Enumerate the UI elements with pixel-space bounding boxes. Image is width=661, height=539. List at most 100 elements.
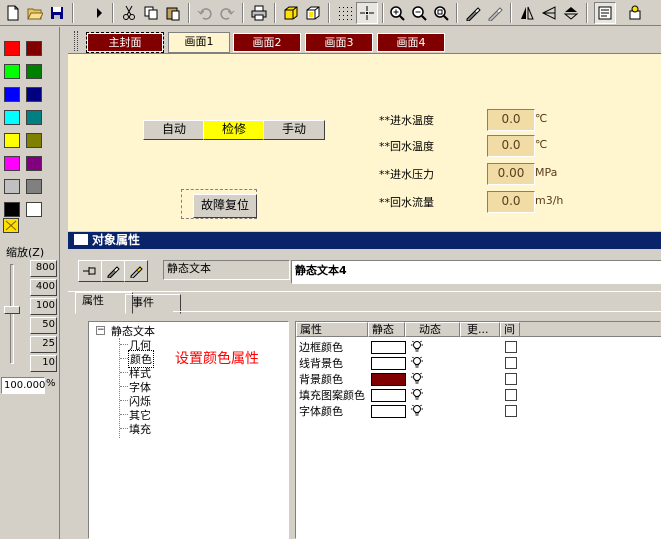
zoom-level-25[interactable]: 25: [30, 336, 57, 353]
window-icon: [74, 234, 88, 245]
interval-checkbox-0[interactable]: [505, 341, 517, 353]
interval-checkbox-3[interactable]: [505, 389, 517, 401]
screen-tab-4[interactable]: 画面4: [377, 33, 445, 52]
line-tool-icon[interactable]: [484, 2, 506, 24]
inlet-pressure-unit: MPa: [535, 166, 558, 179]
palette-swatch-cyan[interactable]: [4, 110, 20, 125]
screen-tab-0[interactable]: 主封面: [86, 32, 164, 53]
print-icon[interactable]: [248, 2, 270, 24]
mode-maintenance-button[interactable]: 检修: [203, 120, 265, 140]
main-toolbar: [0, 0, 661, 26]
draw-tool-icon[interactable]: [462, 2, 484, 24]
copy-icon[interactable]: [140, 2, 162, 24]
palette-swatch-black[interactable]: [4, 202, 20, 217]
palette-swatch-green[interactable]: [26, 64, 42, 79]
flip-vertical-icon[interactable]: [560, 2, 582, 24]
palette-swatch-blue[interactable]: [4, 87, 20, 102]
palette-pattern-swatch[interactable]: [3, 218, 19, 233]
zoom-level-10[interactable]: 10: [30, 355, 57, 372]
flip-horizontal-icon[interactable]: [516, 2, 538, 24]
inlet-temp-label: **进水温度: [379, 114, 434, 127]
palette-swatch-maroon[interactable]: [26, 41, 42, 56]
property-name-0[interactable]: 边框颜色: [299, 339, 343, 355]
dynamic-bulb-icon[interactable]: [411, 340, 423, 353]
zoom-out-icon[interactable]: [408, 2, 430, 24]
zoom-fit-icon[interactable]: [430, 2, 452, 24]
design-canvas[interactable]: 自动 检修 手动 故障复位 **进水温度 0.0 ℃ **回水温度 0.0 ℃ …: [68, 53, 661, 231]
eyedropper-icon[interactable]: [101, 260, 125, 282]
grid-icon[interactable]: [334, 2, 356, 24]
flip-left-icon[interactable]: [538, 2, 560, 24]
tab-bar-grip[interactable]: [74, 31, 78, 51]
cube-icon[interactable]: [280, 2, 302, 24]
property-name-3[interactable]: 填充图案颜色: [299, 387, 365, 403]
zoom-level-400[interactable]: 400: [30, 279, 57, 296]
dynamic-bulb-icon[interactable]: [411, 372, 423, 385]
inlet-pressure-label: **进水压力: [379, 168, 434, 181]
zoom-slider-track[interactable]: [10, 264, 14, 364]
zoom-in-icon[interactable]: [386, 2, 408, 24]
palette-swatch-olive[interactable]: [26, 133, 42, 148]
property-name-1[interactable]: 线背景色: [299, 355, 343, 371]
palette-swatch-lime[interactable]: [4, 64, 20, 79]
zoom-level-100[interactable]: 100: [30, 298, 57, 315]
object-name-field[interactable]: 静态文本4: [291, 260, 661, 284]
cut-icon[interactable]: [118, 2, 140, 24]
tree-node-6[interactable]: 填充: [129, 421, 151, 437]
palette-swatch-red[interactable]: [4, 41, 20, 56]
config-icon[interactable]: [624, 2, 646, 24]
dynamic-bulb-icon[interactable]: [411, 404, 423, 417]
new-file-icon[interactable]: [2, 2, 24, 24]
properties-title-bar[interactable]: 对象属性: [68, 232, 661, 249]
save-icon[interactable]: [46, 2, 68, 24]
static-color-swatch-0[interactable]: [371, 341, 406, 354]
palette-swatch-yellow[interactable]: [4, 133, 20, 148]
run-icon[interactable]: [88, 2, 110, 24]
fault-reset-button[interactable]: 故障复位: [193, 194, 257, 218]
dynamic-bulb-icon[interactable]: [411, 388, 423, 401]
properties-icon[interactable]: [594, 2, 616, 24]
tree-collapse-icon[interactable]: −: [96, 326, 105, 335]
redo-icon[interactable]: [216, 2, 238, 24]
header-property[interactable]: 属性: [296, 322, 368, 337]
undo-icon[interactable]: [194, 2, 216, 24]
zoom-slider-thumb[interactable]: [4, 306, 20, 314]
header-interval[interactable]: 间: [500, 322, 520, 337]
eyedropper-alt-icon[interactable]: [124, 260, 148, 282]
palette-swatch-silver[interactable]: [4, 179, 20, 194]
header-static[interactable]: 静态: [368, 322, 405, 337]
palette-swatch-gray[interactable]: [26, 179, 42, 194]
dynamic-bulb-icon[interactable]: [411, 356, 423, 369]
zoom-level-800[interactable]: 800: [30, 260, 57, 277]
pin-icon[interactable]: [78, 260, 102, 282]
interval-checkbox-4[interactable]: [505, 405, 517, 417]
cube-frame-icon[interactable]: [302, 2, 324, 24]
palette-swatch-navy[interactable]: [26, 87, 42, 102]
static-color-swatch-2[interactable]: [371, 373, 406, 386]
mode-auto-button[interactable]: 自动: [143, 120, 205, 140]
palette-swatch-teal[interactable]: [26, 110, 42, 125]
header-more[interactable]: 更...: [460, 322, 500, 337]
palette-swatch-white[interactable]: [26, 202, 42, 217]
static-color-swatch-3[interactable]: [371, 389, 406, 402]
paste-icon[interactable]: [162, 2, 184, 24]
zoom-value-field[interactable]: 100.000: [1, 377, 45, 394]
screen-tab-2[interactable]: 画面2: [233, 33, 301, 52]
properties-title: 对象属性: [92, 233, 141, 247]
open-folder-icon[interactable]: [24, 2, 46, 24]
return-flow-value: 0.0: [487, 191, 535, 213]
crosshair-icon[interactable]: [356, 2, 378, 24]
screen-tab-3[interactable]: 画面3: [305, 33, 373, 52]
palette-swatch-purple[interactable]: [26, 156, 42, 171]
static-color-swatch-1[interactable]: [371, 357, 406, 370]
interval-checkbox-1[interactable]: [505, 357, 517, 369]
zoom-level-50[interactable]: 50: [30, 317, 57, 334]
header-dynamic[interactable]: 动态: [405, 322, 460, 337]
mode-manual-button[interactable]: 手动: [263, 120, 325, 140]
property-name-4[interactable]: 字体颜色: [299, 403, 343, 419]
screen-tab-1[interactable]: 画面1: [168, 32, 230, 53]
property-name-2[interactable]: 背景颜色: [299, 371, 343, 387]
interval-checkbox-2[interactable]: [505, 373, 517, 385]
static-color-swatch-4[interactable]: [371, 405, 406, 418]
palette-swatch-magenta[interactable]: [4, 156, 20, 171]
